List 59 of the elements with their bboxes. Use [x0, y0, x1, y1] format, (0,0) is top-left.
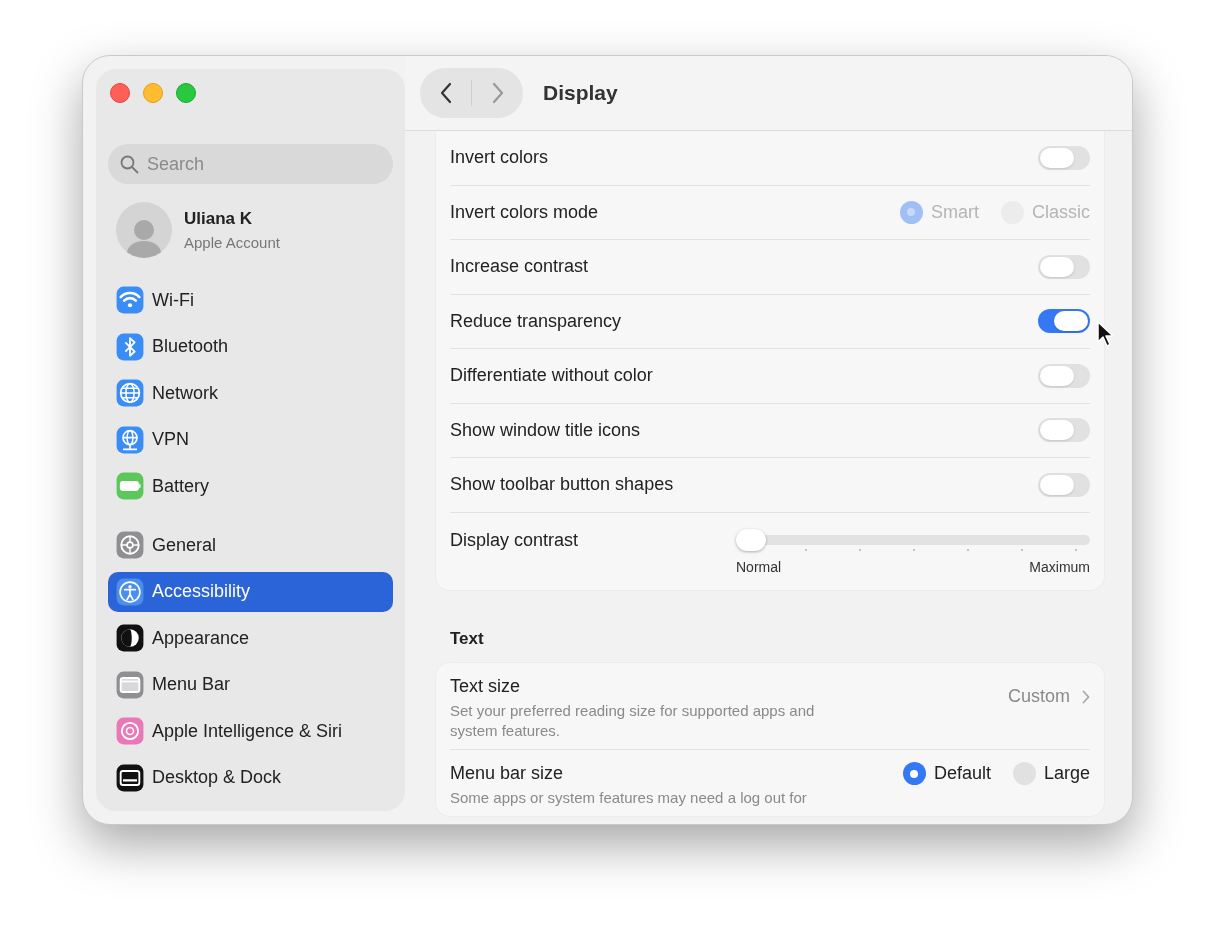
chevron-right-icon: [1082, 689, 1090, 704]
bluetooth-icon: [116, 332, 144, 361]
toggle-switch[interactable]: [1038, 254, 1090, 279]
radio-button[interactable]: Large: [1012, 760, 1090, 787]
toggle-switch[interactable]: [1038, 145, 1090, 170]
avatar[interactable]: [116, 202, 172, 258]
sidebar-item[interactable]: VPN: [108, 419, 393, 460]
setting-label: Menu bar size: [450, 762, 565, 785]
account-name: Uliana K: [184, 208, 254, 230]
sidebar-item[interactable]: Apple Intelligence & Siri: [108, 711, 393, 751]
setting-description: Some apps or system features may need a log out for: [450, 788, 808, 808]
chevron-right-icon: [491, 82, 504, 104]
search-field[interactable]: Search: [108, 144, 393, 184]
minimize-button[interactable]: [143, 83, 163, 103]
globe-icon: [116, 379, 144, 407]
close-button[interactable]: [110, 83, 130, 103]
setting-label: Increase contrast: [450, 255, 589, 279]
sidebar-item[interactable]: Bluetooth: [108, 326, 393, 367]
globe-network-icon: [116, 425, 144, 454]
setting-label: Invert colors mode: [450, 200, 599, 224]
setting-label: Show window title icons: [450, 418, 641, 442]
sidebar-item[interactable]: Battery: [108, 466, 393, 506]
window-title: Display: [543, 80, 618, 107]
sidebar-item[interactable]: General: [108, 525, 393, 565]
sidebar-item[interactable]: Appearance: [108, 618, 393, 658]
slider-max-label: Maximum: [1029, 557, 1090, 577]
slider-track[interactable]: [736, 528, 1090, 551]
setting-label: Reduce transparency: [450, 309, 622, 333]
sidebar-item[interactable]: Desktop & Dock: [108, 757, 393, 798]
sidebar-item[interactable]: Menu Bar: [108, 664, 393, 705]
sidebar-item[interactable]: Wi-Fi: [108, 280, 393, 320]
sidebar-item[interactable]: Accessibility: [108, 571, 393, 612]
dock-icon: [116, 763, 144, 792]
toggle-switch[interactable]: [1038, 418, 1090, 443]
toggle-switch[interactable]: [1038, 472, 1090, 497]
wifi-icon: [116, 286, 144, 314]
window-icon: [116, 670, 144, 699]
chevron-left-icon: [439, 82, 452, 104]
sidebar-item[interactable]: Network: [108, 373, 393, 413]
setting-label: Differentiate without color: [450, 364, 653, 388]
gear-icon: [116, 531, 144, 559]
toggle-switch[interactable]: [1038, 309, 1090, 334]
setting-label: Text size: [450, 675, 522, 698]
battery-icon: [116, 472, 144, 500]
setting-label: Show toolbar button shapes: [450, 473, 674, 497]
account-subtitle: Apple Account: [184, 232, 280, 253]
search-icon: [120, 154, 139, 174]
setting-description: Set your preferred reading size for supported apps and system features.: [450, 701, 816, 741]
setting-label: Display contrast: [450, 528, 579, 552]
setting-label: Invert colors: [450, 146, 549, 170]
radio-button[interactable]: Default: [902, 760, 991, 787]
toggle-switch[interactable]: [1038, 363, 1090, 388]
slider-min-label: Normal: [736, 557, 782, 577]
appearance-icon: [116, 624, 144, 652]
section-heading: Text: [450, 627, 485, 650]
accessibility-icon: [116, 577, 144, 606]
slider-thumb[interactable]: [736, 528, 766, 551]
zoom-button[interactable]: [176, 83, 196, 103]
search-input[interactable]: Search: [147, 144, 381, 184]
